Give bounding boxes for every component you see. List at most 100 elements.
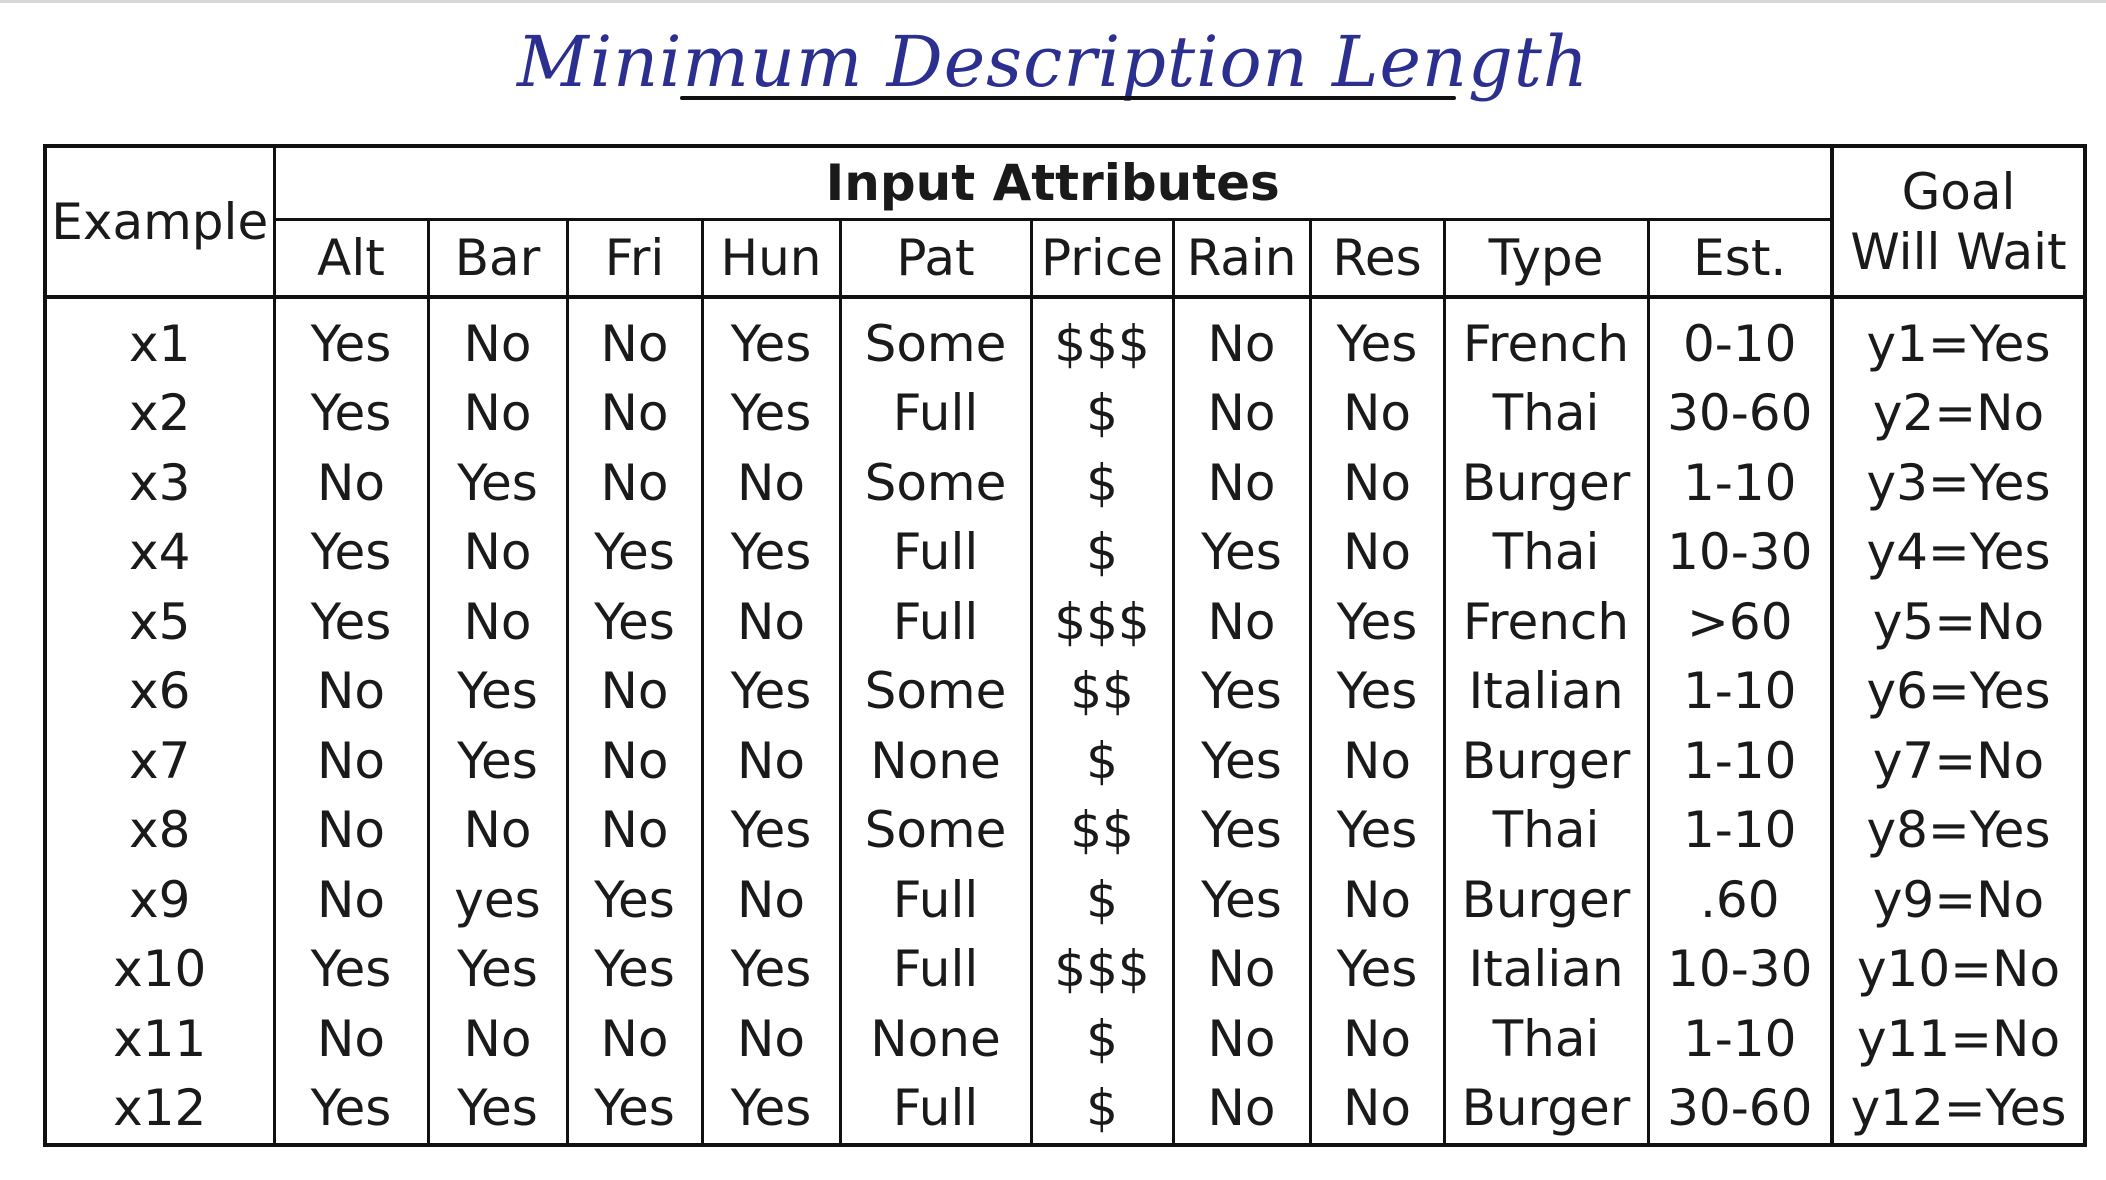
attribute-header-row: Alt Bar Fri Hun Pat Price Rain Res Type Est. (45, 219, 2085, 299)
goal-cell: y12=Yes (1830, 1073, 2087, 1145)
table-row: x4 Yes No Yes Yes Full $ Yes No Thai 10-30 y4=Yes (43, 517, 2087, 587)
attribute-cell: No (700, 1004, 842, 1074)
attribute-cell: Yes (426, 934, 569, 1004)
example-cell: x8 (43, 795, 276, 865)
attribute-cell: Yes (565, 587, 704, 657)
attribute-cell: Some (838, 297, 1033, 379)
attribute-cell: 1-10 (1646, 1004, 1834, 1074)
attribute-cell: No (565, 726, 704, 796)
example-column-header: Example (43, 146, 276, 299)
attribute-cell: Yes (700, 934, 842, 1004)
attribute-cell: No (565, 795, 704, 865)
table-row: x10 Yes Yes Yes Yes Full $$$ No Yes Italian 10-30 y… (43, 934, 2087, 1004)
attribute-cell: No (1308, 1004, 1446, 1074)
table-body: x1 Yes No No Yes Some $$$ No Yes French 0-10 y1=Yes… (43, 297, 2087, 1145)
attribute-cell: Yes (1171, 656, 1312, 726)
attribute-cell: Thai (1442, 1004, 1650, 1074)
attribute-cell: No (1308, 448, 1446, 518)
attribute-cell: Yes (565, 517, 704, 587)
table-row: x9 No yes Yes No Full $ Yes No Burger .60 y9=No (43, 865, 2087, 935)
example-cell: x7 (43, 726, 276, 796)
attribute-cell: Thai (1442, 378, 1650, 448)
attribute-cell: yes (426, 865, 569, 935)
attribute-cell: Burger (1442, 865, 1650, 935)
attribute-cell: No (272, 448, 430, 518)
attribute-cell: Italian (1442, 656, 1650, 726)
attribute-cell: Yes (1308, 795, 1446, 865)
attribute-cell: Yes (700, 1073, 842, 1145)
attribute-cell: No (1171, 297, 1312, 379)
attribute-cell: Yes (272, 517, 430, 587)
attribute-cell: $ (1029, 726, 1175, 796)
attribute-cell: $$$ (1029, 587, 1175, 657)
attribute-cell: No (1308, 517, 1446, 587)
table-row: x6 No Yes No Yes Some $$ Yes Yes Italian 1-10 y6=Ye… (43, 656, 2087, 726)
attribute-cell: Yes (1171, 795, 1312, 865)
attribute-cell: Yes (426, 1073, 569, 1145)
attribute-cell: $$ (1029, 795, 1175, 865)
example-cell: x12 (43, 1073, 276, 1145)
attribute-cell: Full (838, 378, 1033, 448)
attribute-cell: Yes (426, 448, 569, 518)
attribute-cell: Burger (1442, 1073, 1650, 1145)
attribute-cell: 10-30 (1646, 934, 1834, 1004)
attribute-cell: $ (1029, 448, 1175, 518)
attribute-cell: 1-10 (1646, 656, 1834, 726)
attribute-cell: 30-60 (1646, 378, 1834, 448)
goal-cell: y8=Yes (1830, 795, 2087, 865)
attribute-cell: Yes (1308, 656, 1446, 726)
attribute-cell: No (1171, 587, 1312, 657)
goal-cell: y7=No (1830, 726, 2087, 796)
attribute-cell: No (700, 448, 842, 518)
table-row: x2 Yes No No Yes Full $ No No Thai 30-60 y2=No (43, 378, 2087, 448)
attribute-cell: Full (838, 1073, 1033, 1145)
attribute-cell: Thai (1442, 517, 1650, 587)
example-cell: x10 (43, 934, 276, 1004)
restaurant-examples-table: Example Input Attributes Goal Will Wait … (43, 144, 2087, 1147)
attribute-cell: No (565, 656, 704, 726)
attribute-cell: Some (838, 448, 1033, 518)
goal-column-header: Goal Will Wait (1830, 146, 2087, 299)
attribute-cell: Yes (700, 795, 842, 865)
attribute-cell: 1-10 (1646, 795, 1834, 865)
attribute-cell: No (700, 726, 842, 796)
attribute-cell: Thai (1442, 795, 1650, 865)
attribute-cell: No (1171, 378, 1312, 448)
attribute-header-est: Est. (1646, 219, 1834, 299)
attribute-cell: No (1171, 448, 1312, 518)
attribute-cell: 1-10 (1646, 448, 1834, 518)
attribute-cell: Burger (1442, 726, 1650, 796)
attribute-cell: Yes (700, 297, 842, 379)
attribute-cell: No (700, 587, 842, 657)
attribute-cell: Yes (700, 517, 842, 587)
attribute-header-alt: Alt (272, 219, 430, 299)
attribute-cell: $$$ (1029, 297, 1175, 379)
title-underline (680, 96, 1456, 100)
attribute-cell: $ (1029, 378, 1175, 448)
attribute-cell: No (565, 1004, 704, 1074)
attribute-cell: Full (838, 587, 1033, 657)
attribute-cell: Some (838, 795, 1033, 865)
example-cell: x4 (43, 517, 276, 587)
attribute-cell: $ (1029, 1073, 1175, 1145)
attribute-cell: Italian (1442, 934, 1650, 1004)
attribute-cell: Yes (1308, 587, 1446, 657)
attribute-cell: None (838, 1004, 1033, 1074)
attribute-cell: 10-30 (1646, 517, 1834, 587)
attribute-cell: Yes (700, 656, 842, 726)
attribute-cell: No (565, 448, 704, 518)
attribute-header-rain: Rain (1171, 219, 1312, 299)
goal-cell: y6=Yes (1830, 656, 2087, 726)
attribute-cell: .60 (1646, 865, 1834, 935)
attribute-cell: No (426, 795, 569, 865)
attribute-cell: No (426, 1004, 569, 1074)
attribute-cell: Full (838, 934, 1033, 1004)
attribute-cell: Yes (272, 378, 430, 448)
attribute-cell: $ (1029, 517, 1175, 587)
attribute-cell: No (272, 656, 430, 726)
attribute-cell: No (426, 297, 569, 379)
attribute-cell: No (272, 726, 430, 796)
attribute-cell: Full (838, 865, 1033, 935)
attribute-cell: French (1442, 587, 1650, 657)
goal-cell: y11=No (1830, 1004, 2087, 1074)
